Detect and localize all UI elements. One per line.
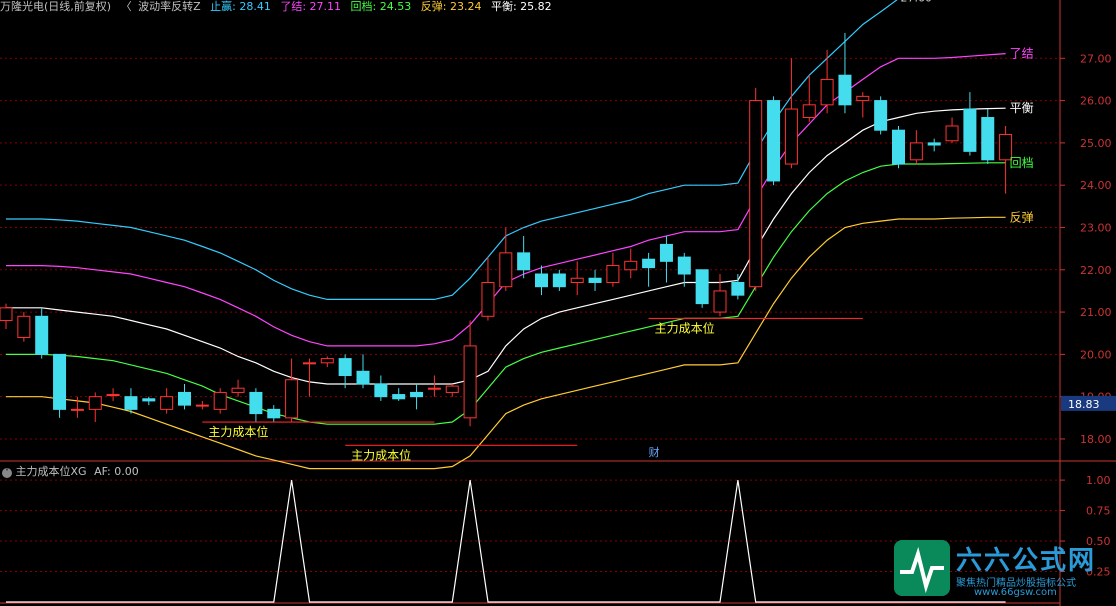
candle-body [731, 281, 745, 296]
candle-body [624, 260, 638, 271]
candle-body [0, 307, 13, 322]
candle-body [17, 315, 31, 338]
cost-label: 主力成本位 [351, 447, 411, 462]
y-tick-label: 26.00 [1080, 95, 1112, 108]
candle-body [374, 383, 388, 398]
candle-body [481, 281, 495, 317]
watermark-logo: 六六公式网 聚焦热门精品炒股指标公式 www.66gsw.com [894, 532, 1114, 602]
band-line [6, 53, 1006, 347]
candle-body [338, 358, 352, 377]
candle-body [160, 396, 174, 410]
candle-body [517, 252, 531, 271]
candle-body [35, 315, 49, 355]
cost-label: 主力成本位 [655, 320, 715, 335]
candle-body [659, 243, 673, 262]
candle-body [535, 273, 548, 288]
candle-body [392, 394, 406, 400]
candle-body [249, 391, 263, 415]
candle-body [88, 396, 102, 410]
y-tick-label: 22.00 [1080, 264, 1112, 277]
sub-y-tick-label: 1.00 [1086, 474, 1111, 487]
watermark-title: 六六公式网 [956, 546, 1097, 576]
candle-body [142, 398, 156, 402]
candle-body [963, 108, 977, 152]
candle-body [213, 391, 227, 410]
high-price-marker: 27.60 [901, 0, 933, 5]
current-price-label: 18.83 [1068, 398, 1100, 411]
candle-body [784, 108, 798, 165]
band-line [6, 162, 1006, 425]
band-line [6, 0, 898, 300]
candle-body [981, 117, 995, 161]
candle-body [195, 404, 209, 407]
candle-body [695, 269, 709, 305]
candle-body [70, 408, 84, 411]
candle-body [427, 387, 441, 390]
candle-body [231, 387, 245, 393]
candle-body [53, 353, 67, 410]
kline-chart[interactable]: 18.0019.0020.0021.0022.0023.0024.0025.00… [0, 0, 1116, 606]
y-tick-label: 20.00 [1080, 348, 1112, 361]
candle-body [285, 379, 299, 419]
candle-body [838, 74, 852, 106]
band-end-label: 平衡 [1010, 101, 1034, 115]
candle-body [927, 142, 941, 146]
y-tick-label: 18.00 [1080, 433, 1112, 446]
band-end-label: 了结 [1010, 47, 1034, 61]
y-tick-label: 27.00 [1080, 52, 1112, 65]
candle-body [892, 129, 905, 165]
candle-body [749, 100, 763, 288]
sub-y-tick-label: 0.75 [1086, 505, 1111, 518]
candle-body [410, 391, 424, 398]
candle-body [267, 408, 281, 419]
candle-body [445, 385, 459, 393]
candle-body [124, 396, 138, 410]
event-marker: 财 [649, 445, 660, 459]
candle-body [106, 394, 120, 397]
y-tick-label: 25.00 [1080, 137, 1112, 150]
candle-body [302, 362, 316, 365]
y-tick-label: 21.00 [1080, 306, 1112, 319]
candle-body [570, 277, 584, 283]
band-end-label: 回档 [1010, 156, 1034, 170]
cost-label: 主力成本位 [208, 424, 268, 439]
candle-body [356, 370, 370, 385]
candle-body [642, 258, 656, 269]
candle-body [945, 125, 959, 142]
candle-body [820, 78, 834, 106]
candle-body [320, 358, 334, 364]
candle-body [802, 104, 816, 119]
watermark-url: www.66gsw.com [974, 587, 1057, 598]
candle-body [909, 142, 923, 161]
candle-body [552, 273, 566, 288]
candle-body [677, 256, 691, 275]
candle-body [874, 100, 888, 131]
candle-body [178, 391, 191, 406]
candle-body [606, 265, 620, 283]
candle-body [588, 277, 602, 283]
y-tick-label: 24.00 [1080, 179, 1112, 192]
y-tick-label: 23.00 [1080, 221, 1112, 234]
candle-body [713, 290, 727, 313]
candle-body [499, 252, 513, 288]
candle-body [856, 95, 870, 102]
candle-body [463, 345, 477, 419]
candle-body [767, 100, 781, 182]
band-end-label: 反弹 [1010, 210, 1034, 224]
